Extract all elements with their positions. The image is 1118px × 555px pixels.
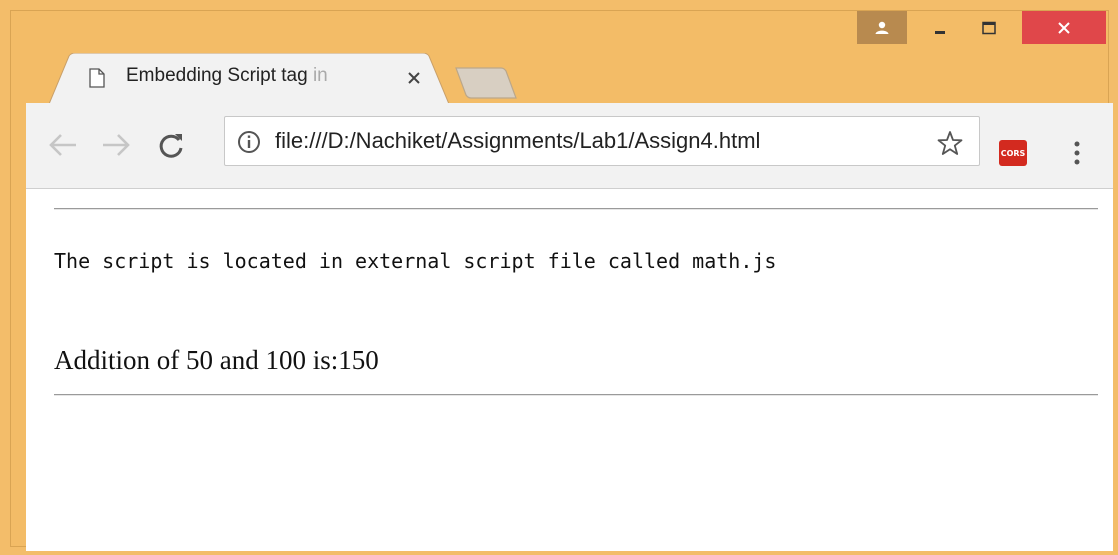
star-icon[interactable] — [937, 130, 963, 156]
tab-active[interactable]: Embedding Script tag in — [49, 53, 449, 105]
horizontal-rule-top — [54, 208, 1098, 210]
maximize-icon — [982, 21, 996, 34]
addition-result: Addition of 50 and 100 is:150 — [54, 345, 379, 375]
page-content: The script is located in external script… — [26, 189, 1113, 551]
maximize-button[interactable] — [963, 11, 1015, 44]
browser-toolbar: file:///D:/Nachiket/Assignments/Lab1/Ass… — [26, 103, 1113, 189]
minimize-button[interactable] — [917, 11, 963, 44]
horizontal-rule-bottom — [54, 394, 1098, 396]
page-icon — [89, 68, 105, 88]
cors-extension-button[interactable]: CORS — [999, 140, 1027, 166]
profile-button[interactable] — [857, 11, 907, 44]
forward-arrow-icon[interactable] — [99, 131, 133, 159]
new-tab-button[interactable] — [455, 66, 517, 100]
url-text[interactable]: file:///D:/Nachiket/Assignments/Lab1/Ass… — [275, 128, 760, 154]
tab-title-text: Embedding Script tag — [126, 65, 313, 86]
profile-icon — [875, 21, 889, 34]
browser-window: Embedding Script tag in file:///D:/Nachi… — [10, 10, 1113, 551]
close-button[interactable] — [1022, 11, 1106, 44]
back-arrow-icon[interactable] — [46, 131, 80, 159]
reload-icon[interactable] — [156, 131, 186, 159]
kebab-menu-icon[interactable] — [1073, 140, 1081, 166]
address-bar[interactable]: file:///D:/Nachiket/Assignments/Lab1/Ass… — [224, 116, 980, 166]
tab-title: Embedding Script tag in — [126, 65, 396, 87]
tab-title-fade: in — [312, 65, 328, 86]
script-note: The script is located in external script… — [54, 249, 777, 273]
close-icon — [1058, 21, 1070, 34]
tab-close-icon[interactable] — [406, 70, 422, 86]
minimize-icon — [935, 30, 945, 34]
cors-extension-label: CORS — [1000, 148, 1026, 158]
info-icon[interactable] — [237, 130, 261, 154]
